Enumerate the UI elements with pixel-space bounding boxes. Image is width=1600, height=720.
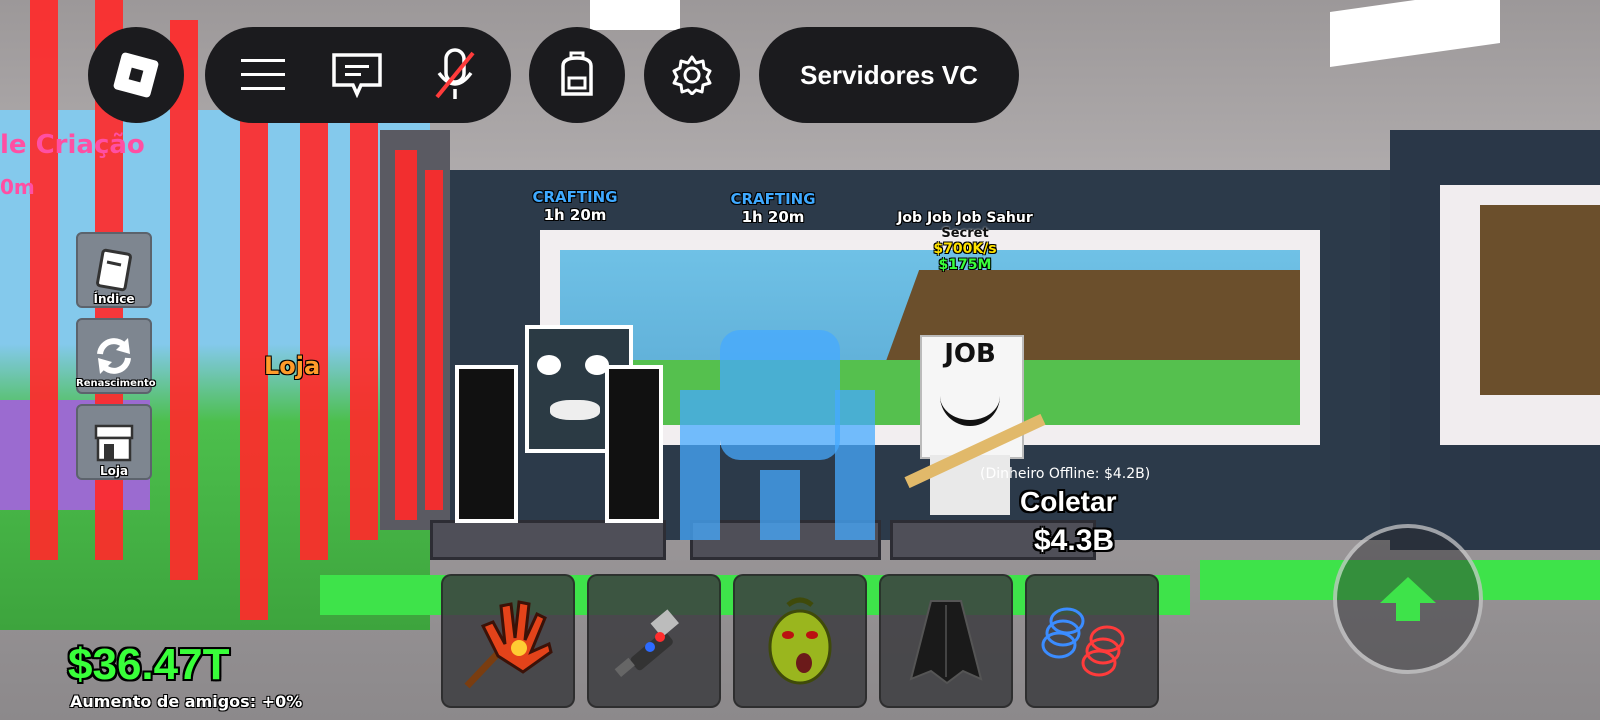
offline-money-text: (Dinheiro Offline: $4.2B) bbox=[980, 466, 1151, 482]
brainrot-character-black[interactable] bbox=[455, 325, 663, 540]
ceiling-light bbox=[590, 0, 680, 30]
gear-icon bbox=[672, 55, 712, 95]
collect-button[interactable]: Coletar bbox=[1020, 486, 1116, 518]
crafting-timer: 1h 20m bbox=[741, 208, 805, 226]
creation-machine-timer: 0m bbox=[0, 175, 35, 199]
chat-icon[interactable] bbox=[317, 27, 397, 123]
laser-bar bbox=[425, 170, 443, 510]
friend-boost-text: Aumento de amigos: +0% bbox=[70, 692, 303, 711]
store-label: Loja bbox=[99, 464, 129, 478]
jump-button[interactable] bbox=[1333, 524, 1483, 674]
laser-bar bbox=[240, 60, 268, 620]
backpack-button[interactable] bbox=[529, 27, 625, 123]
hotbar-slot-1[interactable] bbox=[441, 574, 575, 708]
laser-bar bbox=[395, 150, 417, 520]
index-label: Índice bbox=[93, 292, 135, 306]
hotbar-slot-3[interactable] bbox=[733, 574, 867, 708]
crafting-status: CRAFTING bbox=[532, 188, 618, 206]
fire-glove-icon bbox=[464, 600, 553, 689]
voice-servers-label: Servidores VC bbox=[800, 59, 978, 90]
settings-button[interactable] bbox=[644, 27, 740, 123]
brainrot-rate: $700K/s bbox=[933, 241, 997, 257]
stand-2-label: CRAFTING 1h 20m bbox=[718, 190, 828, 226]
microphone-muted-icon[interactable] bbox=[415, 27, 495, 123]
stand-3-label: Job Job Job Sahur Secret $700K/s $175M bbox=[870, 210, 1060, 273]
crafting-timer: 1h 20m bbox=[543, 206, 607, 224]
side-menu-rebirth[interactable]: Renascimento bbox=[76, 318, 156, 394]
hotbar-slot-4[interactable] bbox=[879, 574, 1013, 708]
brainrot-character-crafting bbox=[680, 330, 875, 545]
hotbar-slot-5[interactable] bbox=[1025, 574, 1159, 708]
money-counter: $36.47T bbox=[68, 640, 230, 689]
grapple-gun-icon bbox=[614, 609, 679, 677]
green-mask-icon bbox=[768, 597, 832, 685]
stand-1-label: CRAFTING 1h 20m bbox=[520, 188, 630, 224]
black-cape-icon bbox=[909, 600, 983, 685]
laser-bar bbox=[300, 90, 328, 560]
brainrot-name: Job Job Job Sahur bbox=[897, 210, 1033, 226]
crafting-status: CRAFTING bbox=[730, 190, 816, 208]
store-icon bbox=[94, 424, 134, 462]
hotbar-slot-2[interactable] bbox=[587, 574, 721, 708]
creation-machine-label: le Criação bbox=[0, 130, 145, 160]
store-sign: Loja bbox=[264, 352, 321, 380]
side-menu-store[interactable]: Loja bbox=[76, 404, 152, 480]
roblox-menu-button[interactable] bbox=[88, 27, 184, 123]
backpack-icon bbox=[561, 51, 593, 96]
brainrot-price: $175M bbox=[938, 257, 992, 273]
rebirth-label: Renascimento bbox=[76, 378, 156, 389]
job-sign-text: JOB bbox=[944, 339, 996, 369]
voice-servers-button[interactable]: Servidores VC bbox=[759, 27, 1019, 123]
book-icon bbox=[96, 248, 132, 292]
topbar-controls bbox=[205, 27, 511, 123]
speed-coil-icon bbox=[1041, 607, 1125, 677]
brainrot-rarity: Secret bbox=[941, 226, 989, 241]
side-menu-index[interactable]: Índice bbox=[76, 232, 152, 308]
roblox-logo-icon bbox=[112, 51, 160, 99]
right-window-view bbox=[1480, 205, 1600, 395]
laser-bar bbox=[350, 120, 378, 540]
jump-arrow-icon bbox=[1380, 577, 1436, 621]
collect-amount: $4.3B bbox=[1034, 524, 1115, 557]
laser-bar bbox=[30, 0, 58, 560]
hamburger-menu-icon[interactable] bbox=[223, 27, 303, 123]
refresh-icon bbox=[97, 338, 131, 374]
